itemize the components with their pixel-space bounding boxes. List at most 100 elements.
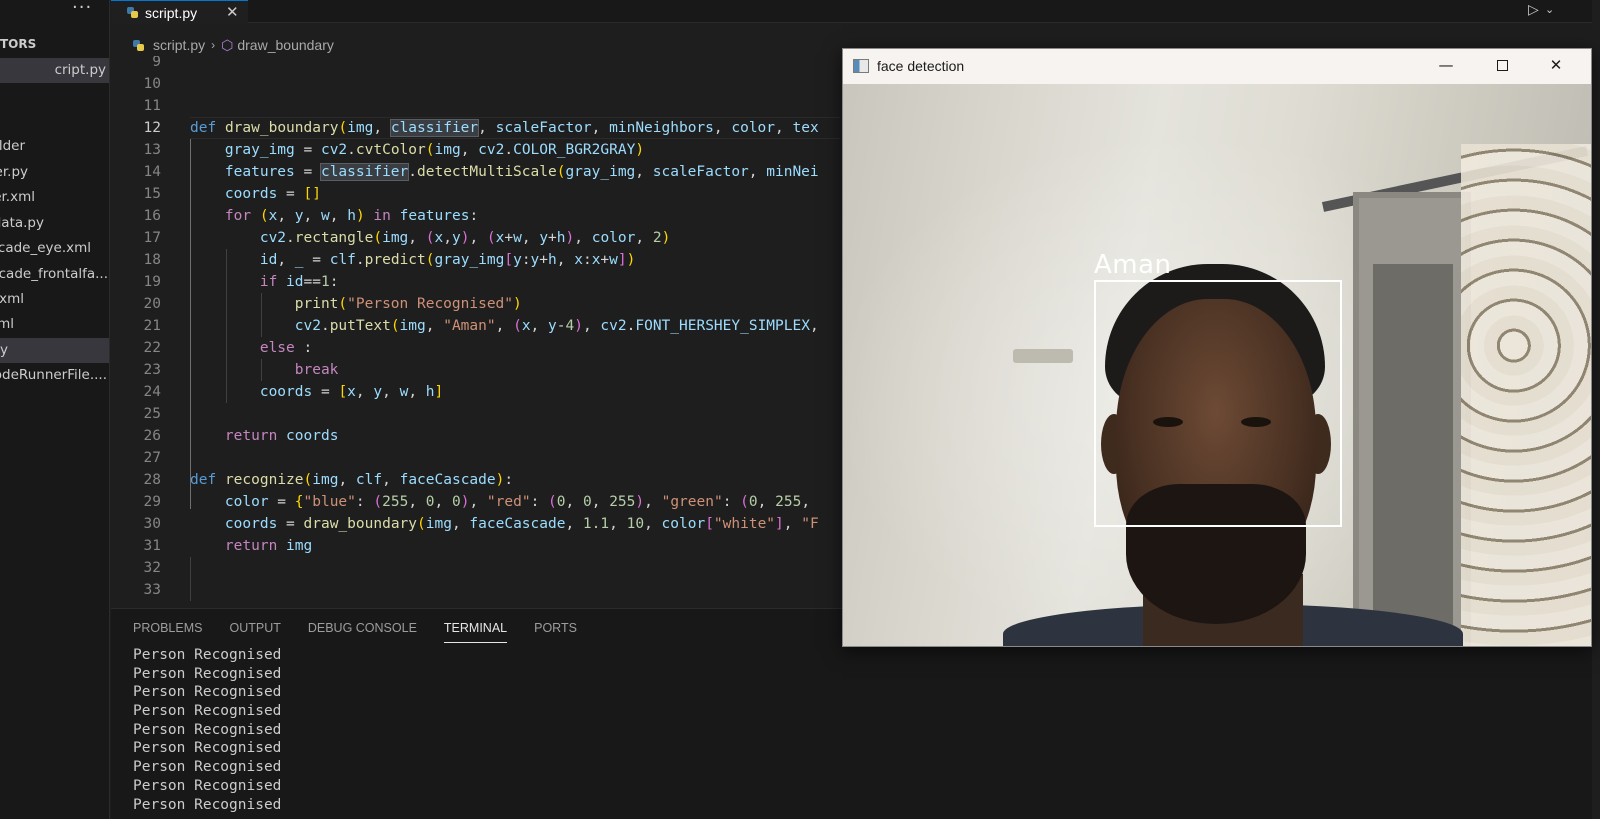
line-number: 20: [143, 296, 161, 312]
line-number: 25: [143, 406, 161, 422]
file-item[interactable]: scade_frontalfa...: [0, 262, 109, 287]
line-number: 29: [143, 494, 161, 510]
line-number: 24: [143, 384, 161, 400]
line-number: 18: [143, 252, 161, 268]
terminal-line: Person Recognised: [133, 740, 282, 757]
file-label: scade_frontalfa...: [0, 266, 108, 282]
close-tab-icon[interactable]: ✕: [226, 3, 239, 21]
explorer-sidebar: ··· TORS cript.py lder er.py er.xml data…: [0, 0, 110, 819]
terminal-line: Person Recognised: [133, 684, 282, 701]
file-item[interactable]: ml: [0, 312, 109, 337]
line-number: 30: [143, 516, 161, 532]
maximize-button[interactable]: [1479, 49, 1525, 84]
code-line: def draw_boundary(img, classifier, scale…: [190, 119, 819, 137]
file-item[interactable]: odeRunnerFile....: [0, 363, 109, 388]
close-window-button[interactable]: ✕: [1533, 49, 1579, 84]
line-number: 15: [143, 186, 161, 202]
terminal-line: Person Recognised: [133, 647, 282, 663]
file-label: y: [0, 342, 8, 358]
code-line: def recognize(img, clf, faceCascade):: [190, 472, 514, 488]
terminal-line: Person Recognised: [133, 759, 282, 776]
line-number: 21: [143, 318, 161, 334]
file-label: ml: [0, 316, 14, 332]
code-line: return img: [224, 538, 313, 554]
line-number: 11: [143, 98, 161, 114]
tab-terminal[interactable]: TERMINAL: [443, 621, 508, 643]
file-label: cript.py: [54, 62, 106, 78]
code-editor[interactable]: 9 10 11 12 13 14 15 16 17 18 19 20 21 22…: [111, 56, 841, 608]
method-icon: ⬡: [221, 36, 234, 53]
code-line: for (x, y, w, h) in features:: [224, 208, 479, 224]
curtain: [1461, 144, 1591, 646]
file-item[interactable]: cript.py: [0, 58, 109, 83]
line-number: 28: [143, 472, 161, 488]
line-number: 27: [143, 450, 161, 466]
run-icon[interactable]: ▷: [1528, 2, 1539, 18]
code-line: cv2.rectangle(img, (x,y), (x+w, y+h), co…: [259, 230, 671, 246]
terminal-line: Person Recognised: [133, 796, 282, 813]
door: [1373, 264, 1453, 646]
face-detection-window[interactable]: face detection — ✕ Aman: [842, 48, 1592, 647]
face-bounding-box: [1094, 280, 1342, 527]
code-line: print("Person Recognised"): [294, 296, 522, 312]
python-file-icon: [133, 39, 144, 51]
file-item[interactable]: er.py: [0, 160, 109, 185]
line-number: 14: [143, 164, 161, 180]
chevron-down-icon[interactable]: ⌄: [1545, 3, 1554, 16]
code-line: id, _ = clf.predict(gray_img[y:y+h, x:x+…: [259, 252, 636, 268]
file-item[interactable]: y: [0, 338, 109, 363]
line-number: 12: [143, 120, 161, 136]
breadcrumb: script.py › ⬡ draw_boundary: [111, 34, 334, 56]
code-line: coords = [x, y, w, h]: [259, 384, 444, 400]
line-number: 17: [143, 230, 161, 246]
line-number: 10: [143, 76, 161, 92]
code-line: break: [294, 362, 339, 378]
camera-frame: Aman: [843, 84, 1591, 646]
chevron-right-icon: ›: [211, 38, 216, 52]
file-item[interactable]: scade_eye.xml: [0, 236, 109, 261]
breadcrumb-symbol[interactable]: draw_boundary: [237, 37, 334, 53]
tab-output[interactable]: OUTPUT: [229, 621, 280, 643]
terminal-output[interactable]: Person Recognised Person Recognised Pers…: [133, 646, 281, 814]
app-window-icon: [853, 59, 869, 73]
line-number: 33: [143, 582, 161, 598]
code-line: coords = draw_boundary(img, faceCascade,…: [224, 516, 819, 532]
code-line: if id==1:: [259, 274, 339, 290]
file-item[interactable]: er.xml: [0, 185, 109, 210]
line-number: 22: [143, 340, 161, 356]
panel-tabs: PROBLEMS OUTPUT DEBUG CONSOLE TERMINAL P…: [133, 621, 604, 643]
terminal-line: Person Recognised: [133, 721, 282, 738]
breadcrumb-file[interactable]: script.py: [153, 37, 205, 53]
more-actions-icon[interactable]: ···: [72, 0, 94, 22]
line-number: 16: [143, 208, 161, 224]
code-line: coords = []: [224, 186, 321, 202]
window-title: face detection: [877, 58, 965, 74]
face-label: Aman: [1094, 250, 1172, 280]
window-titlebar[interactable]: face detection — ✕: [843, 49, 1591, 84]
file-item[interactable]: data.py: [0, 211, 109, 236]
window-edge: [1592, 0, 1600, 819]
tab-problems[interactable]: PROBLEMS: [133, 621, 202, 643]
file-label: xml: [0, 291, 24, 307]
code-line: features = classifier.detectMultiScale(g…: [224, 163, 819, 181]
line-number: 19: [143, 274, 161, 290]
maximize-icon: [1496, 60, 1508, 71]
indent-guide: [190, 557, 191, 601]
editor-tabbar: script.py ✕ ▷ ⌄: [111, 0, 1600, 24]
line-number: 31: [143, 538, 161, 554]
tab-ports[interactable]: PORTS: [534, 621, 577, 643]
tab-script-py[interactable]: script.py ✕: [111, 0, 248, 24]
terminal-line: Person Recognised: [133, 665, 282, 682]
tab-label: script.py: [145, 4, 198, 21]
tab-debug-console[interactable]: DEBUG CONSOLE: [308, 621, 417, 643]
line-number: 32: [143, 560, 161, 576]
terminal-line: Person Recognised: [133, 777, 282, 794]
code-line: color = {"blue": (255, 0, 0), "red": (0,…: [224, 494, 819, 510]
file-label: data.py: [0, 215, 44, 231]
file-item[interactable]: xml: [0, 287, 109, 312]
file-label: odeRunnerFile....: [0, 367, 107, 383]
file-item[interactable]: lder: [0, 134, 109, 159]
open-editors-header[interactable]: TORS: [0, 37, 36, 51]
minimize-button[interactable]: —: [1423, 49, 1469, 84]
terminal-line: Person Recognised: [133, 703, 282, 720]
